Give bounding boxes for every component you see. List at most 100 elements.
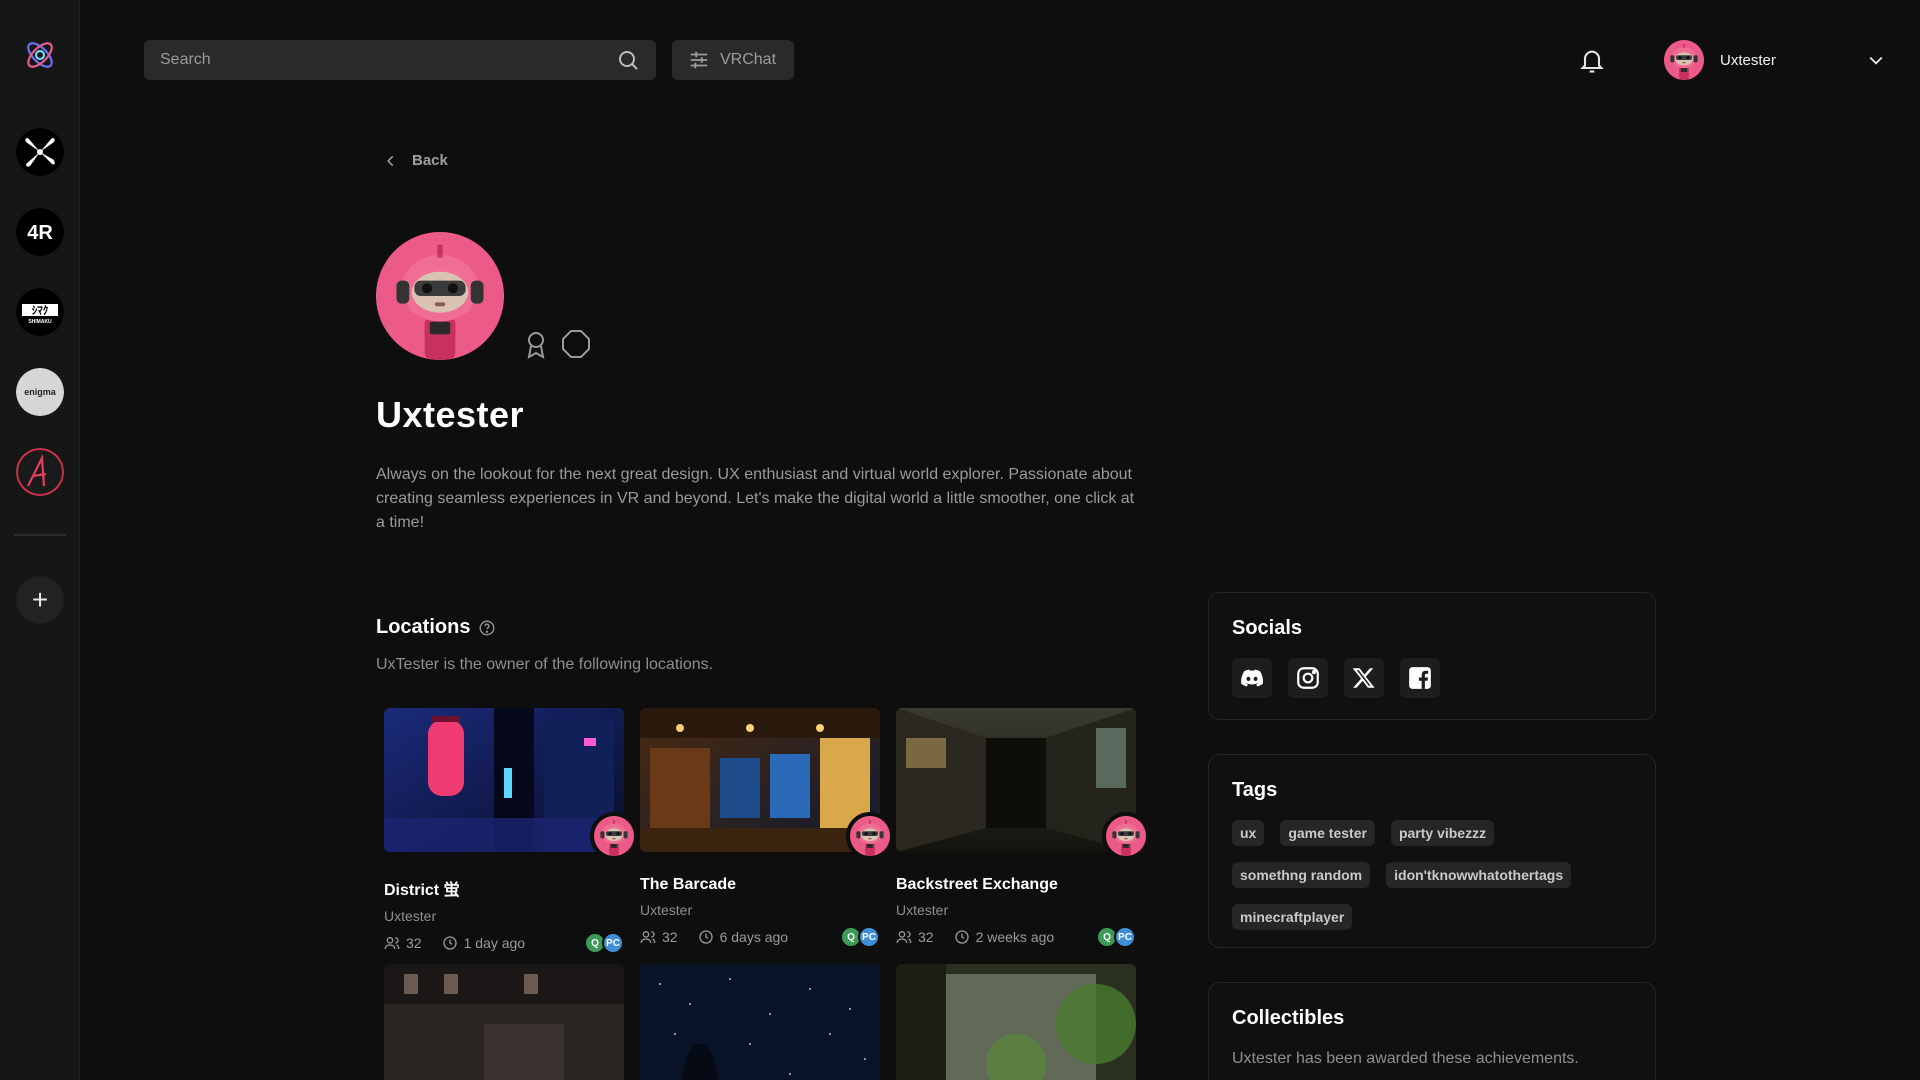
avatar — [1664, 40, 1704, 80]
octagon-badge-icon[interactable] — [560, 328, 592, 360]
tags-title: Tags — [1232, 779, 1278, 801]
location-users: 32 — [918, 929, 934, 945]
location-owner-avatar — [846, 812, 894, 860]
location-thumbnail — [384, 708, 624, 852]
users-icon — [384, 937, 400, 950]
location-users: 32 — [662, 929, 678, 945]
platform-badges: Q PC — [840, 926, 880, 948]
discord-link[interactable] — [1232, 658, 1272, 698]
location-thumbnail — [896, 964, 1136, 1080]
social-links — [1232, 658, 1632, 698]
x-icon — [1352, 668, 1375, 688]
tag-chip[interactable]: ux — [1232, 820, 1265, 846]
collectibles-title: Collectibles — [1232, 1007, 1345, 1029]
chevron-down-icon[interactable] — [1866, 50, 1886, 70]
platform-filter-label: VRChat — [720, 51, 777, 68]
rail-divider — [14, 534, 66, 536]
location-title: The Barcade — [640, 876, 737, 893]
shimaku-logo: ｼﾏｸ SHIMAKU — [16, 288, 64, 336]
x-link[interactable] — [1344, 658, 1384, 698]
location-card[interactable] — [384, 964, 624, 1080]
tag-chip[interactable]: idon'tknowwhatothertags — [1386, 862, 1572, 888]
svg-text:4R: 4R — [27, 222, 53, 244]
location-card[interactable] — [640, 964, 880, 1080]
profile-name: Uxtester — [376, 394, 525, 435]
location-meta: 32 1 day ago Q PC — [384, 932, 624, 954]
tag-chip[interactable]: somethng random — [1232, 862, 1371, 888]
profile-bio: Always on the lookout for the next great… — [376, 466, 1135, 531]
svg-text:SHIMAKU: SHIMAKU — [28, 319, 52, 325]
add-server-button[interactable]: + — [16, 576, 64, 624]
back-label: Back — [412, 152, 448, 169]
location-thumbnail — [640, 964, 880, 1080]
server-pinwheel[interactable] — [16, 128, 64, 176]
tag-chip[interactable]: game tester — [1280, 820, 1375, 846]
pinwheel-icon — [16, 128, 64, 176]
instagram-link[interactable] — [1288, 658, 1328, 698]
server-enigma[interactable]: enigma — [16, 368, 64, 416]
user-menu[interactable]: Uxtester — [1664, 38, 1886, 82]
search-icon[interactable] — [616, 48, 640, 72]
platform-badges: Q PC — [584, 932, 624, 954]
location-author: Uxtester — [896, 902, 949, 918]
server-a[interactable] — [16, 448, 64, 496]
server-rail: 4R ｼﾏｸ SHIMAKU enigma + — [0, 0, 80, 1080]
pc-badge: PC — [858, 926, 880, 948]
facebook-link[interactable] — [1400, 658, 1440, 698]
ribbon-badge-icon[interactable] — [520, 328, 552, 360]
4r-logo: 4R — [16, 208, 64, 256]
sliders-icon — [690, 51, 708, 69]
location-time: 6 days ago — [719, 929, 789, 945]
search-input[interactable] — [160, 51, 616, 69]
server-4r[interactable]: 4R — [16, 208, 64, 256]
location-users: 32 — [406, 935, 422, 951]
collectibles-panel: Collectibles Uxtester has been awarded t… — [1208, 982, 1656, 1080]
server-shimaku[interactable]: ｼﾏｸ SHIMAKU — [16, 288, 64, 336]
location-owner-avatar — [590, 812, 638, 860]
svg-text:enigma: enigma — [24, 387, 57, 397]
chevron-left-icon — [387, 155, 394, 166]
location-title: Backstreet Exchange — [896, 876, 1058, 893]
location-time: 1 day ago — [463, 935, 526, 951]
location-meta: 32 6 days ago Q PC — [640, 926, 880, 948]
location-card[interactable]: The Barcade Uxtester 32 6 days ago Q PC — [640, 708, 894, 948]
pc-badge: PC — [1114, 926, 1136, 948]
location-card[interactable] — [896, 964, 1136, 1080]
location-thumbnail — [384, 964, 624, 1080]
location-author: Uxtester — [384, 908, 437, 924]
svg-text:ｼﾏｸ: ｼﾏｸ — [32, 304, 49, 317]
location-time: 2 weeks ago — [975, 929, 1055, 945]
location-card[interactable]: District 蛍 Uxtester 32 1 day ago Q PC — [384, 708, 638, 954]
location-thumbnail — [896, 708, 1136, 852]
collectibles-subtitle: Uxtester has been awarded these achievem… — [1232, 1050, 1579, 1067]
socials-panel: Socials — [1208, 592, 1656, 720]
enigma-logo: enigma — [16, 368, 64, 416]
location-meta: 32 2 weeks ago Q PC — [896, 926, 1136, 948]
location-owner-avatar — [1102, 812, 1150, 860]
app-logo-icon[interactable] — [20, 35, 60, 75]
tag-list: ux game tester party vibezzz somethng ra… — [1232, 820, 1632, 930]
help-icon[interactable] — [478, 619, 496, 637]
users-icon — [896, 931, 912, 944]
tag-chip[interactable]: party vibezzz — [1390, 820, 1495, 846]
tag-chip[interactable]: minecraftplayer — [1232, 904, 1353, 930]
socials-title: Socials — [1232, 617, 1303, 639]
plus-icon: + — [31, 584, 49, 615]
instagram-icon — [1297, 667, 1319, 689]
profile-avatar — [376, 232, 504, 360]
platform-badges: Q PC — [1096, 926, 1136, 948]
notifications-bell-icon[interactable] — [1578, 47, 1606, 75]
back-link[interactable]: Back — [384, 152, 448, 169]
clock-icon — [698, 930, 713, 944]
platform-filter-button[interactable]: VRChat — [672, 40, 794, 80]
users-icon — [640, 931, 656, 944]
location-card[interactable]: Backstreet Exchange Uxtester 32 2 weeks … — [896, 708, 1150, 948]
clock-icon — [442, 936, 457, 950]
username-label: Uxtester — [1720, 51, 1776, 69]
location-thumbnail — [640, 708, 880, 852]
search-bar — [144, 40, 656, 80]
clock-icon — [954, 930, 969, 944]
locations-subtitle: UxTester is the owner of the following l… — [376, 656, 714, 673]
location-title: District 蛍 — [384, 882, 460, 899]
tags-panel: Tags ux game tester party vibezzz someth… — [1208, 754, 1656, 948]
